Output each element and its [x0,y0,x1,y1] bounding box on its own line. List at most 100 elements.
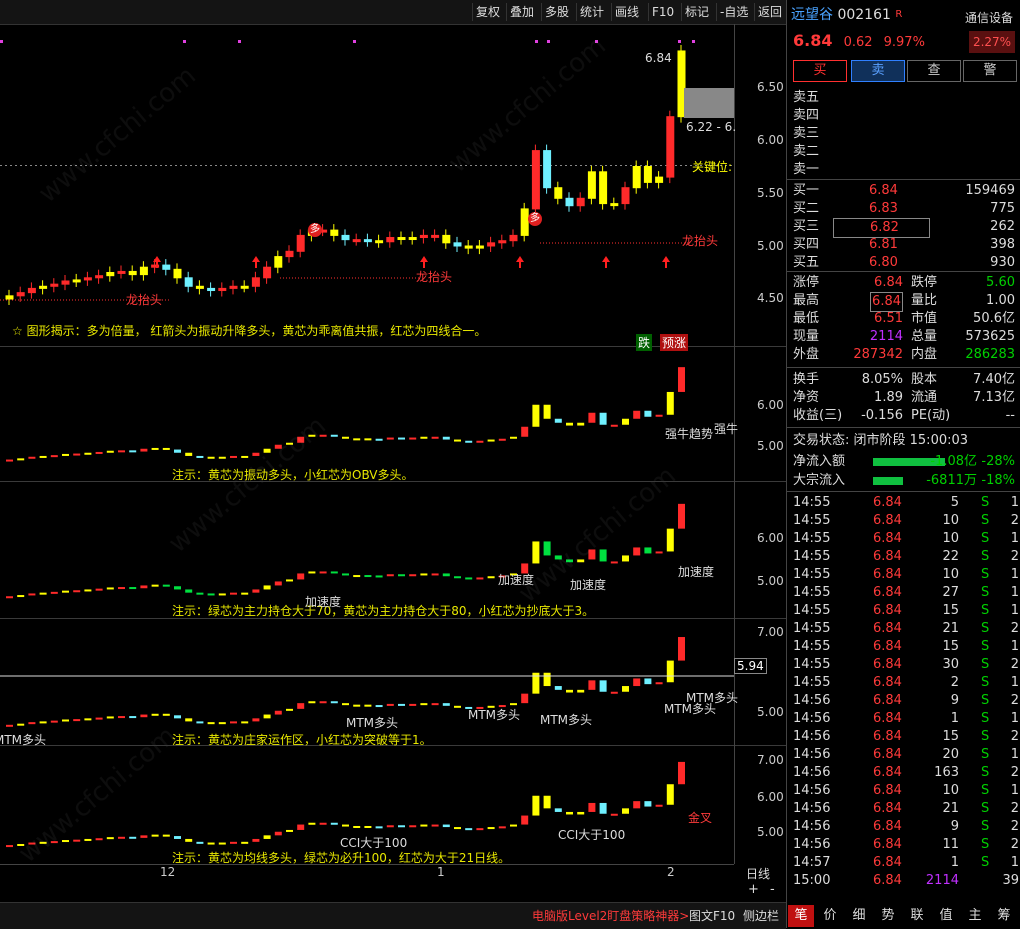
buy-level-volume: 930 [990,255,1015,270]
toolbar-fuquan-button[interactable]: 复权 [472,3,503,21]
toolbar-multistock-button[interactable]: 多股 [541,3,572,21]
right-tab[interactable]: 细 [846,905,872,927]
p3-axis-label: 6.00 [757,531,784,545]
tick-volume: 20 [942,747,959,762]
promo-link[interactable]: 电脑版Level2盯盘策略神器> [532,907,689,924]
resistance-box [684,88,734,118]
tick-count: 2 [1010,693,1019,708]
sidebar-toggle[interactable]: 侧边栏 [743,907,779,924]
p5-bar [353,825,361,828]
p4-bar [28,722,36,725]
p4-bar [6,724,13,727]
candle [509,234,518,242]
p5-bar [510,824,517,827]
tick-price: 6.84 [873,711,902,726]
right-tab[interactable]: 联 [904,905,930,927]
p4-bar [644,678,652,685]
buy-level-row[interactable]: 买二 6.83 775 [793,200,1015,218]
alert-button[interactable]: 警 [963,60,1017,82]
tick-price: 6.84 [873,675,902,690]
p5-bar [655,804,663,807]
p4-bar [308,701,316,704]
toolbar-overlay-button[interactable]: 叠加 [506,3,537,21]
tick-volume: 15 [942,639,959,654]
up-arrow [662,256,670,268]
p4-bar [230,721,237,724]
p4-bar [286,708,293,711]
p4-bar [588,680,596,690]
p5-bar [521,815,529,825]
tick-time: 14:57 [793,855,831,870]
right-tab[interactable]: 价 [817,905,843,927]
chart-toolbar: 复权 叠加 多股 统计 画线 F10 标记 -自选 返回 [0,0,786,25]
candle [195,285,204,289]
candle [655,176,664,183]
zoom-out-button[interactable]: - [770,882,775,897]
tick-price: 6.84 [873,765,902,780]
p4-bar [218,722,226,725]
tick-side: S [981,585,990,600]
tick-side: S [981,531,990,546]
candle [50,283,59,287]
toolbar-f10-button[interactable]: F10 [648,3,677,21]
p4-bar [521,693,529,704]
tick-time: 14:56 [793,765,831,780]
p3-bar [431,573,439,576]
p4-bar [185,718,193,722]
tick-time: 15:00 [793,873,831,888]
p5-bar [386,825,394,828]
duo-badge: 多 [308,223,322,237]
p2-bar [185,452,193,456]
toolbar-stats-button[interactable]: 统计 [576,3,607,21]
candle [61,280,70,285]
right-tab[interactable]: 筹 [991,905,1017,927]
p3-bar [218,593,226,596]
p2-bar [442,436,450,440]
p2-axis-label: 6.00 [757,398,784,412]
p4-bar [420,703,428,706]
tick-price: 6.84 [873,549,902,564]
p2-bar [174,449,181,453]
tick-row: 14:55 6.84 10 S 2 [793,512,1019,530]
p2-bar [84,452,92,455]
toolbar-mark-button[interactable]: 标记 [681,3,712,21]
tick-count: 1 [1010,495,1019,510]
p3-bar [297,573,305,580]
tick-volume: 1 [950,711,959,726]
query-button[interactable]: 查 [907,60,961,82]
p5-bar [151,834,159,837]
right-tab[interactable]: 值 [933,905,959,927]
tick-volume: 11 [942,837,959,852]
buy-level-row[interactable]: 买五 6.80 930 [793,254,1015,272]
tick-time: 14:55 [793,549,831,564]
tick-time: 14:56 [793,747,831,762]
stat-value: 1.00 [986,293,1015,308]
p5-bar [532,795,540,816]
buy-level-volume: 398 [990,237,1015,252]
p4-bar [409,703,417,706]
toolbar-draw-button[interactable]: 画线 [611,3,642,21]
right-tab[interactable]: 势 [875,905,901,927]
zoom-in-button[interactable]: + [748,882,759,897]
sell-button[interactable]: 卖 [851,60,905,82]
p3-bar [62,590,69,593]
buy-level-row[interactable]: 买四 6.81 398 [793,236,1015,254]
buy-level-row[interactable]: 买一 6.84 159469 [793,182,1015,200]
right-tab[interactable]: 主 [962,905,988,927]
f10-link[interactable]: 图文F10 [689,907,735,924]
p5-bar [566,811,573,815]
toolbar-watchlist-button[interactable]: -自选 [716,3,751,21]
tick-count: 1 [1010,855,1019,870]
period-selector[interactable]: 日线 [746,865,770,882]
stats-row: 最低 6.51 市值 50.6亿 [793,310,1015,328]
p5-bar [644,801,652,807]
p3-bar [50,591,58,594]
tick-count: 2 [1010,729,1019,744]
right-tab[interactable]: 笔 [788,905,814,927]
toolbar-back-button[interactable]: 返回 [754,3,785,21]
buy-button[interactable]: 买 [793,60,847,82]
tick-price: 6.84 [873,693,902,708]
buy-level-row[interactable]: 买三 6.82 262 [793,218,1015,238]
p4-bar [84,718,92,721]
sector-name[interactable]: 通信设备 [965,9,1013,26]
